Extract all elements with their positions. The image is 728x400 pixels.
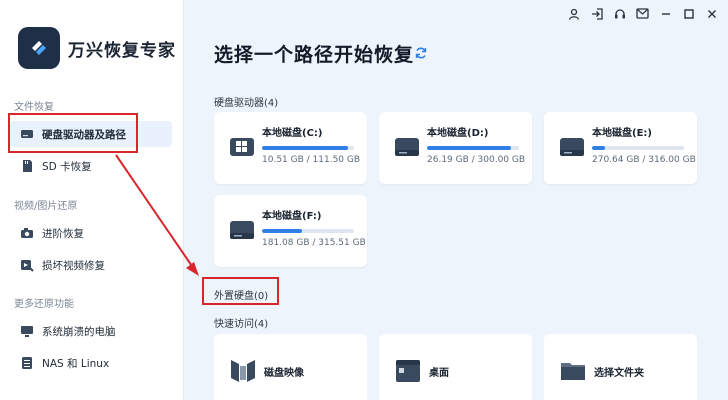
video-repair-icon (20, 258, 34, 272)
sidebar-item-nas-linux[interactable]: NAS 和 Linux (10, 350, 172, 376)
drive-usage-bar (262, 229, 354, 233)
nas-server-icon (20, 356, 34, 370)
login-icon[interactable] (588, 5, 605, 22)
drive-size: 181.08 GB / 315.51 GB (262, 238, 366, 248)
window-controls (565, 5, 720, 22)
quick-access-group-label: 快速访问(4) (214, 319, 269, 330)
section-label-more: 更多还原功能 (14, 299, 74, 310)
app-logo-icon (18, 27, 60, 69)
drive-name: 本地磁盘(D:) (427, 128, 489, 139)
section-label-video-photo: 视频/图片还原 (14, 201, 78, 212)
close-icon[interactable] (703, 5, 720, 22)
user-icon[interactable] (565, 5, 582, 22)
drive-size: 26.19 GB / 300.00 GB (427, 155, 526, 165)
drive-icon (393, 134, 421, 160)
page-title: 选择一个路径开始恢复 (214, 44, 415, 66)
sidebar-item-advanced-recovery[interactable]: 进阶恢复 (10, 220, 172, 246)
drive-card-d[interactable]: 本地磁盘(D:) 26.19 GB / 300.00 GB (379, 112, 532, 184)
drive-size: 10.51 GB / 111.50 GB (262, 155, 361, 165)
external-group-label[interactable]: 外置硬盘(0) (214, 287, 268, 302)
drive-card-f[interactable]: 本地磁盘(F:) 181.08 GB / 315.51 GB (214, 195, 367, 267)
sidebar-item-label: SD 卡恢复 (42, 160, 92, 173)
hard-drive-icon (20, 127, 34, 141)
sidebar-item-video-repair[interactable]: 损坏视频修复 (10, 252, 172, 278)
drive-name: 本地磁盘(F:) (262, 211, 322, 222)
camera-icon (20, 226, 34, 240)
sidebar: 万兴恢复专家 文件恢复 硬盘驱动器及路径 SD 卡恢复 视频/图片还原 进阶恢复… (0, 0, 184, 400)
mail-icon[interactable] (634, 5, 651, 22)
folder-icon (558, 356, 588, 386)
sidebar-item-label: 进阶恢复 (42, 227, 84, 240)
drive-card-c[interactable]: 本地磁盘(C:) 10.51 GB / 111.50 GB (214, 112, 367, 184)
sd-card-icon (20, 159, 34, 173)
drive-name: 本地磁盘(C:) (262, 128, 323, 139)
sidebar-item-label: 系统崩溃的电脑 (42, 325, 116, 338)
monitor-icon (20, 324, 34, 338)
app-title: 万兴恢复专家 (68, 41, 176, 61)
sidebar-item-sd-card[interactable]: SD 卡恢复 (10, 153, 172, 179)
section-label-file-recovery: 文件恢复 (14, 102, 54, 113)
quick-card-disk-image[interactable]: 磁盘映像 (214, 334, 367, 400)
quick-card-select-folder[interactable]: 选择文件夹 (544, 334, 697, 400)
support-headset-icon[interactable] (611, 5, 628, 22)
drive-usage-bar (427, 146, 519, 150)
sidebar-item-label: 损坏视频修复 (42, 259, 105, 272)
sidebar-item-label: 硬盘驱动器及路径 (42, 128, 126, 141)
sidebar-item-hard-drive[interactable]: 硬盘驱动器及路径 (10, 121, 172, 147)
refresh-icon[interactable] (414, 45, 428, 59)
windows-drive-icon (228, 134, 256, 160)
disk-image-icon (228, 356, 258, 386)
drive-icon (558, 134, 586, 160)
drive-card-e[interactable]: 本地磁盘(E:) 270.64 GB / 316.00 GB (544, 112, 697, 184)
sidebar-item-label: NAS 和 Linux (42, 357, 110, 370)
drive-size: 270.64 GB / 316.00 GB (592, 155, 696, 165)
drives-group-label: 硬盘驱动器(4) (214, 98, 279, 109)
sidebar-item-crashed-pc[interactable]: 系统崩溃的电脑 (10, 318, 172, 344)
quick-card-desktop[interactable]: 桌面 (379, 334, 532, 400)
drive-name: 本地磁盘(E:) (592, 128, 652, 139)
drive-usage-bar (262, 146, 354, 150)
desktop-icon (393, 356, 423, 386)
drive-usage-bar (592, 146, 684, 150)
quick-card-name: 桌面 (429, 368, 449, 379)
maximize-icon[interactable] (680, 5, 697, 22)
drive-icon (228, 217, 256, 243)
quick-card-name: 选择文件夹 (594, 368, 644, 379)
quick-card-name: 磁盘映像 (264, 368, 304, 379)
minimize-icon[interactable] (657, 5, 674, 22)
